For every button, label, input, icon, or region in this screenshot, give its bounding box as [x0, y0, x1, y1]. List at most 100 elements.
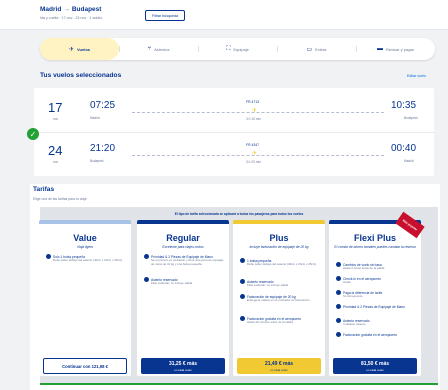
fare-name: Value: [73, 233, 97, 243]
luggage-icon: [240, 294, 245, 299]
selected-flights-title: Tus vuelos seleccionados: [40, 72, 122, 79]
fares-banner: El tipo de tarifa seleccionada se aplica…: [174, 212, 304, 216]
arrival-city: Madrid: [404, 159, 414, 163]
seat-icon: [240, 279, 245, 284]
fare-feature: Facturación gratuita en el aeropuerto Ha…: [240, 316, 320, 325]
route-arrow-icon: →: [63, 6, 70, 13]
feature-detail: Debe caber debajo del asiento (40cm x 20…: [247, 262, 317, 267]
fares-title: Tarifas: [33, 186, 55, 193]
flight-row-outbound[interactable]: 17 nov 07:25 Madrid FR 4713 ✈ 3 h 10 min…: [34, 90, 434, 132]
select-plus-button[interactable]: 21,49 € más en cada vuelo: [237, 358, 321, 374]
priority-icon: [144, 254, 149, 259]
plane-icon: ✈: [252, 108, 258, 114]
step-flights[interactable]: ✈ Vuelos: [40, 38, 119, 60]
fare-name: Flexi Plus: [353, 233, 397, 243]
bag-icon: [46, 254, 51, 259]
step-extras[interactable]: ▭ Extras: [277, 38, 356, 60]
fare-feature: Asiento reservado Cualquier asiento: [336, 318, 416, 327]
luggage-icon: ⛶: [226, 45, 231, 52]
step-label: Equipaje: [233, 46, 249, 52]
flight-day: 17: [48, 100, 63, 115]
origin-city: Madrid: [40, 6, 62, 13]
fare-feature: 1 bolsa pequeña Debe caber debajo del as…: [240, 258, 320, 267]
trip-info: Ida y vuelta · 17 nov - 24 nov · 1 adult…: [40, 16, 103, 20]
priority-icon: [336, 304, 341, 309]
fare-tagline: Excelente para viajes cortos: [162, 245, 204, 249]
checkin-icon: [240, 316, 245, 321]
flight-number: FR 4347: [246, 143, 260, 147]
extras-icon: ▭: [306, 46, 313, 53]
plane-icon: ✈: [252, 151, 258, 157]
feature-detail: Si corresponde: [343, 294, 363, 299]
fare-card-flexi-plus[interactable]: Más popular Flexi Plus El combo de ahorr…: [329, 211, 425, 376]
flight-route-line: [132, 155, 384, 156]
flight-duration: 3 h 10 min: [246, 117, 261, 121]
fare-name: Regular: [166, 233, 200, 243]
destination-city: Budapest: [71, 6, 102, 13]
price-note: en cada vuelo: [174, 367, 192, 372]
fare-tagline: Viaja ligero: [76, 245, 94, 249]
flight-row-return[interactable]: 24 nov 21:20 Budapest FR 4347 ✈ 3 h 20 m…: [34, 132, 434, 174]
edit-flight-link[interactable]: Editar vuelo: [407, 74, 426, 78]
selected-fare-indicator: [40, 383, 438, 385]
checkin-icon: [336, 276, 341, 281]
price-note: en cada vuelo: [270, 367, 288, 372]
feature-detail: Sé el primero en embarcar y lleva una pi…: [151, 258, 224, 266]
feature-detail: Hasta 40 minutos antes de la salida: [247, 320, 293, 325]
step-label: Asientos: [154, 46, 170, 52]
fare-card-value[interactable]: Value Viaja ligero Solo 1 bolsa pequeña …: [39, 220, 131, 376]
seat-icon: [336, 318, 341, 323]
feature-detail: Cualquier asiento: [343, 322, 366, 327]
feature-detail: Hasta 2 horas antes de la salida: [343, 266, 385, 271]
arrival-time: 00:40: [391, 143, 417, 154]
fare-feature: Asiento reservado Filas estándar; no inc…: [240, 279, 320, 288]
fare-feature: Facturación de equipaje de 20 kg Entrega…: [240, 294, 320, 303]
fare-card-regular[interactable]: Regular Excelente para viajes cortos Pri…: [137, 220, 229, 376]
checkmark-icon: ✓: [27, 128, 39, 140]
seat-icon: [144, 277, 149, 282]
fare-feature: Asiento reservado Filas estándar; no inc…: [144, 277, 224, 286]
departure-city: Budapest: [90, 159, 104, 163]
fare-feature: Paga la diferencia de tarifa Si correspo…: [336, 290, 416, 299]
change-icon: [336, 262, 341, 267]
flights-card: 17 nov 07:25 Madrid FR 4713 ✈ 3 h 10 min…: [34, 88, 434, 176]
checkin-icon: [336, 332, 341, 337]
fare-feature: Facturación gratuita en el aeropuerto: [336, 332, 416, 337]
step-label: Revisar y pagar: [385, 46, 414, 52]
fare-feature: Prioridad & 2 Piezas de Equipaje de Mano…: [144, 254, 224, 266]
fares-subtitle: Elige una de las tarifas para tu viaje: [33, 197, 87, 201]
card-icon: ▬: [376, 46, 383, 52]
fare-tagline: Incluye facturación de equipaje de 20 kg: [249, 245, 309, 249]
flight-route-line: [132, 112, 384, 113]
feature-detail: Filas estándar; no incluye salida: [247, 283, 289, 288]
change-search-button[interactable]: Filtrar búsqueda: [145, 10, 185, 21]
route-title: Madrid → Budapest: [40, 6, 101, 13]
feature-label: Facturación gratuita en el aeropuerto: [343, 333, 398, 337]
price-label: 21,49 € más: [264, 360, 294, 367]
step-luggage[interactable]: ⛶ Equipaje: [198, 38, 277, 60]
fare-feature: Prioridad & 2 Piezas de Equipaje de Mano: [336, 304, 416, 309]
fare-feature: Solo 1 bolsa pequeña Debe caber debajo d…: [46, 254, 126, 263]
select-flexi-plus-button[interactable]: 81,50 € más en cada vuelo: [333, 358, 417, 374]
price-label: 81,50 € más: [360, 360, 390, 367]
feature-detail: Entrega la maleta en el mostrador de fac…: [247, 298, 310, 303]
continue-value-button[interactable]: Continuar con 121,98 €: [43, 358, 127, 374]
fare-feature: Cambios de vuelo sin tasa Hasta 2 horas …: [336, 262, 416, 271]
step-checkout[interactable]: ▬ Revisar y pagar: [356, 38, 435, 60]
plane-icon: ✈: [69, 46, 75, 53]
top-bar: Madrid → Budapest Ida y vuelta · 17 nov - …: [0, 0, 448, 30]
flight-month: nov: [53, 160, 59, 164]
feature-label: Prioridad & 2 Piezas de Equipaje de Mano: [343, 305, 405, 309]
fare-card-plus[interactable]: Plus Incluye facturación de equipaje de …: [233, 220, 325, 376]
flight-duration: 3 h 20 min: [246, 160, 261, 164]
flight-number: FR 4713: [246, 100, 260, 104]
price-label: 31,25 € más: [168, 360, 198, 367]
select-regular-button[interactable]: 31,25 € más en cada vuelo: [141, 358, 225, 374]
booking-stepper: ✈ Vuelos ⑂ Asientos ⛶ Equipaje ▭ Extras …: [40, 38, 435, 60]
step-seats[interactable]: ⑂ Asientos: [119, 38, 198, 60]
flight-month: nov: [53, 117, 59, 121]
feature-detail: Filas estándar; no incluye salida: [151, 281, 193, 286]
departure-time: 07:25: [90, 100, 116, 111]
feature-detail: Debe caber debajo del asiento (40cm x 20…: [53, 258, 123, 263]
arrival-city: Budapest: [404, 116, 418, 120]
